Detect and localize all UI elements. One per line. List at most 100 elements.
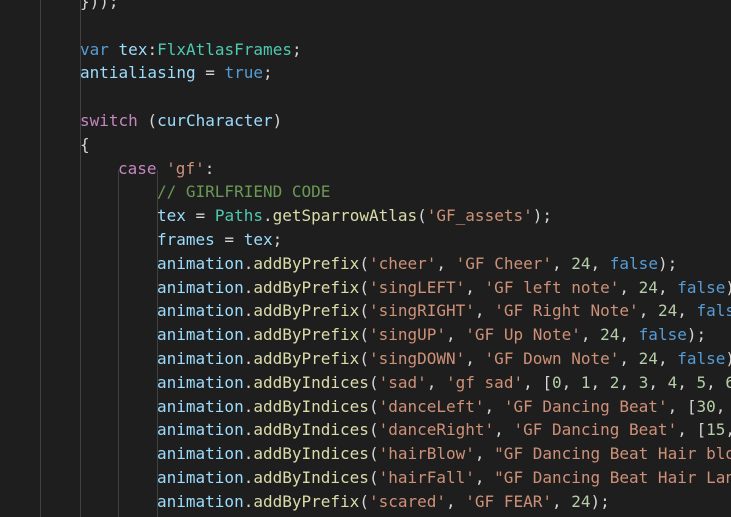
code-token: true	[224, 63, 264, 83]
code-token: "GF Dancing Beat Hair Lan	[494, 468, 731, 487]
code-token: .	[243, 444, 254, 464]
code-token: animation	[157, 396, 244, 416]
code-token: animation	[157, 253, 244, 273]
code-token: (	[359, 277, 369, 297]
code-line: var tex:FlxAtlasFrames;	[80, 38, 302, 62]
code-token: // GIRLFRIEND CODE	[157, 182, 331, 202]
code-token: =	[185, 206, 215, 226]
code-token: 'GF Cheer'	[455, 253, 552, 273]
code-token: false	[677, 349, 726, 368]
code-token: 24	[638, 349, 658, 368]
code-line: animation.addByIndices('hairBlow', "GF D…	[157, 442, 731, 466]
code-token: addByPrefix	[253, 301, 360, 321]
code-token: {	[80, 134, 90, 154]
code-token: ,	[677, 301, 697, 321]
code-token: addByPrefix	[253, 277, 360, 297]
code-token: 5	[696, 372, 707, 392]
code-token: ,	[677, 372, 697, 392]
code-line: animation.addByIndices('danceRight', 'GF…	[157, 418, 731, 442]
code-token: animation	[157, 277, 244, 297]
code-token: addByIndices	[253, 396, 369, 416]
code-token: 1	[580, 372, 591, 392]
code-token: ,	[465, 277, 485, 297]
code-token: :	[147, 39, 158, 59]
code-token: animation	[157, 301, 244, 321]
code-token: addByPrefix	[253, 349, 360, 368]
code-token: curCharacter	[157, 111, 273, 130]
code-token: 24	[638, 277, 658, 297]
code-token: addByIndices	[253, 444, 369, 464]
code-token: switch	[80, 111, 138, 130]
code-token: 'singUP'	[368, 325, 447, 345]
code-token: ,	[494, 420, 514, 440]
code-line: {	[80, 133, 90, 157]
indent-guide	[118, 170, 119, 517]
code-token: 24	[571, 491, 591, 511]
code-token: getSparrowAtlas	[272, 206, 418, 226]
code-token: }	[80, 0, 90, 11]
code-token: false	[609, 253, 658, 273]
code-token: .	[243, 277, 254, 297]
code-token: ,	[590, 253, 610, 273]
code-token: ,	[706, 372, 726, 392]
code-line: }));	[80, 0, 119, 14]
code-token: animation	[157, 468, 244, 487]
code-token: tex	[157, 206, 186, 226]
code-token: addByPrefix	[253, 253, 360, 273]
code-token: 'GF Right Note'	[494, 301, 639, 321]
code-token: .	[243, 396, 254, 416]
code-token: false	[677, 277, 726, 297]
code-token: .	[243, 468, 254, 487]
code-token: animation	[157, 444, 244, 464]
code-token: (	[368, 372, 379, 392]
code-token: ;	[263, 63, 273, 83]
code-token: (	[359, 491, 369, 511]
code-token: .	[243, 372, 254, 392]
code-token: 'sad'	[378, 372, 427, 392]
code-token: false	[638, 325, 687, 345]
code-token: (	[137, 111, 158, 130]
code-token: ,	[551, 253, 572, 273]
code-token: ;	[272, 230, 283, 249]
code-token: (	[359, 301, 369, 321]
code-token: ,	[465, 349, 485, 368]
code-token: (	[368, 444, 379, 464]
code-token: 'cheer'	[368, 253, 437, 273]
code-token: addByPrefix	[253, 325, 360, 345]
code-token: (	[368, 420, 379, 440]
code-token: ,	[619, 372, 639, 392]
code-token: addByIndices	[253, 468, 369, 487]
code-token: ,	[657, 349, 678, 368]
code-token: 0	[551, 372, 562, 392]
code-token: 'GF Up Note'	[465, 325, 581, 345]
code-token: 'GF Dancing Beat'	[513, 420, 678, 440]
code-token: animation	[157, 420, 244, 440]
code-line: animation.addByIndices('hairFall', "GF D…	[157, 466, 731, 490]
code-token: ,	[590, 372, 610, 392]
code-token: antialiasing	[80, 63, 196, 83]
code-token: 'danceRight'	[378, 420, 495, 440]
code-token: )	[725, 349, 731, 368]
code-token: ,	[484, 396, 504, 416]
code-line: tex = Paths.getSparrowAtlas('GF_assets')…	[157, 204, 552, 228]
code-token: );	[532, 206, 552, 226]
code-token: addByIndices	[253, 372, 369, 392]
code-token: tex	[118, 39, 148, 59]
code-token: animation	[157, 349, 244, 368]
code-token: ,	[436, 253, 456, 273]
code-token: 2	[609, 372, 620, 392]
code-token: (	[359, 349, 369, 368]
code-token: Paths	[214, 206, 263, 226]
code-token: 'GF FEAR'	[465, 491, 552, 511]
code-token: );	[686, 325, 707, 345]
code-token: ,	[619, 277, 639, 297]
code-editor[interactable]: })); var tex:FlxAtlasFrames; antialiasing …	[0, 0, 731, 517]
code-line: frames = tex;	[157, 228, 282, 252]
code-token: 'hairBlow'	[378, 444, 475, 464]
code-token: "GF Dancing Beat Hair blo	[494, 444, 731, 464]
code-token: ,	[580, 325, 601, 345]
code-token: ,	[426, 372, 447, 392]
code-line: // GIRLFRIEND CODE	[157, 180, 330, 204]
code-token: 6	[725, 372, 731, 392]
